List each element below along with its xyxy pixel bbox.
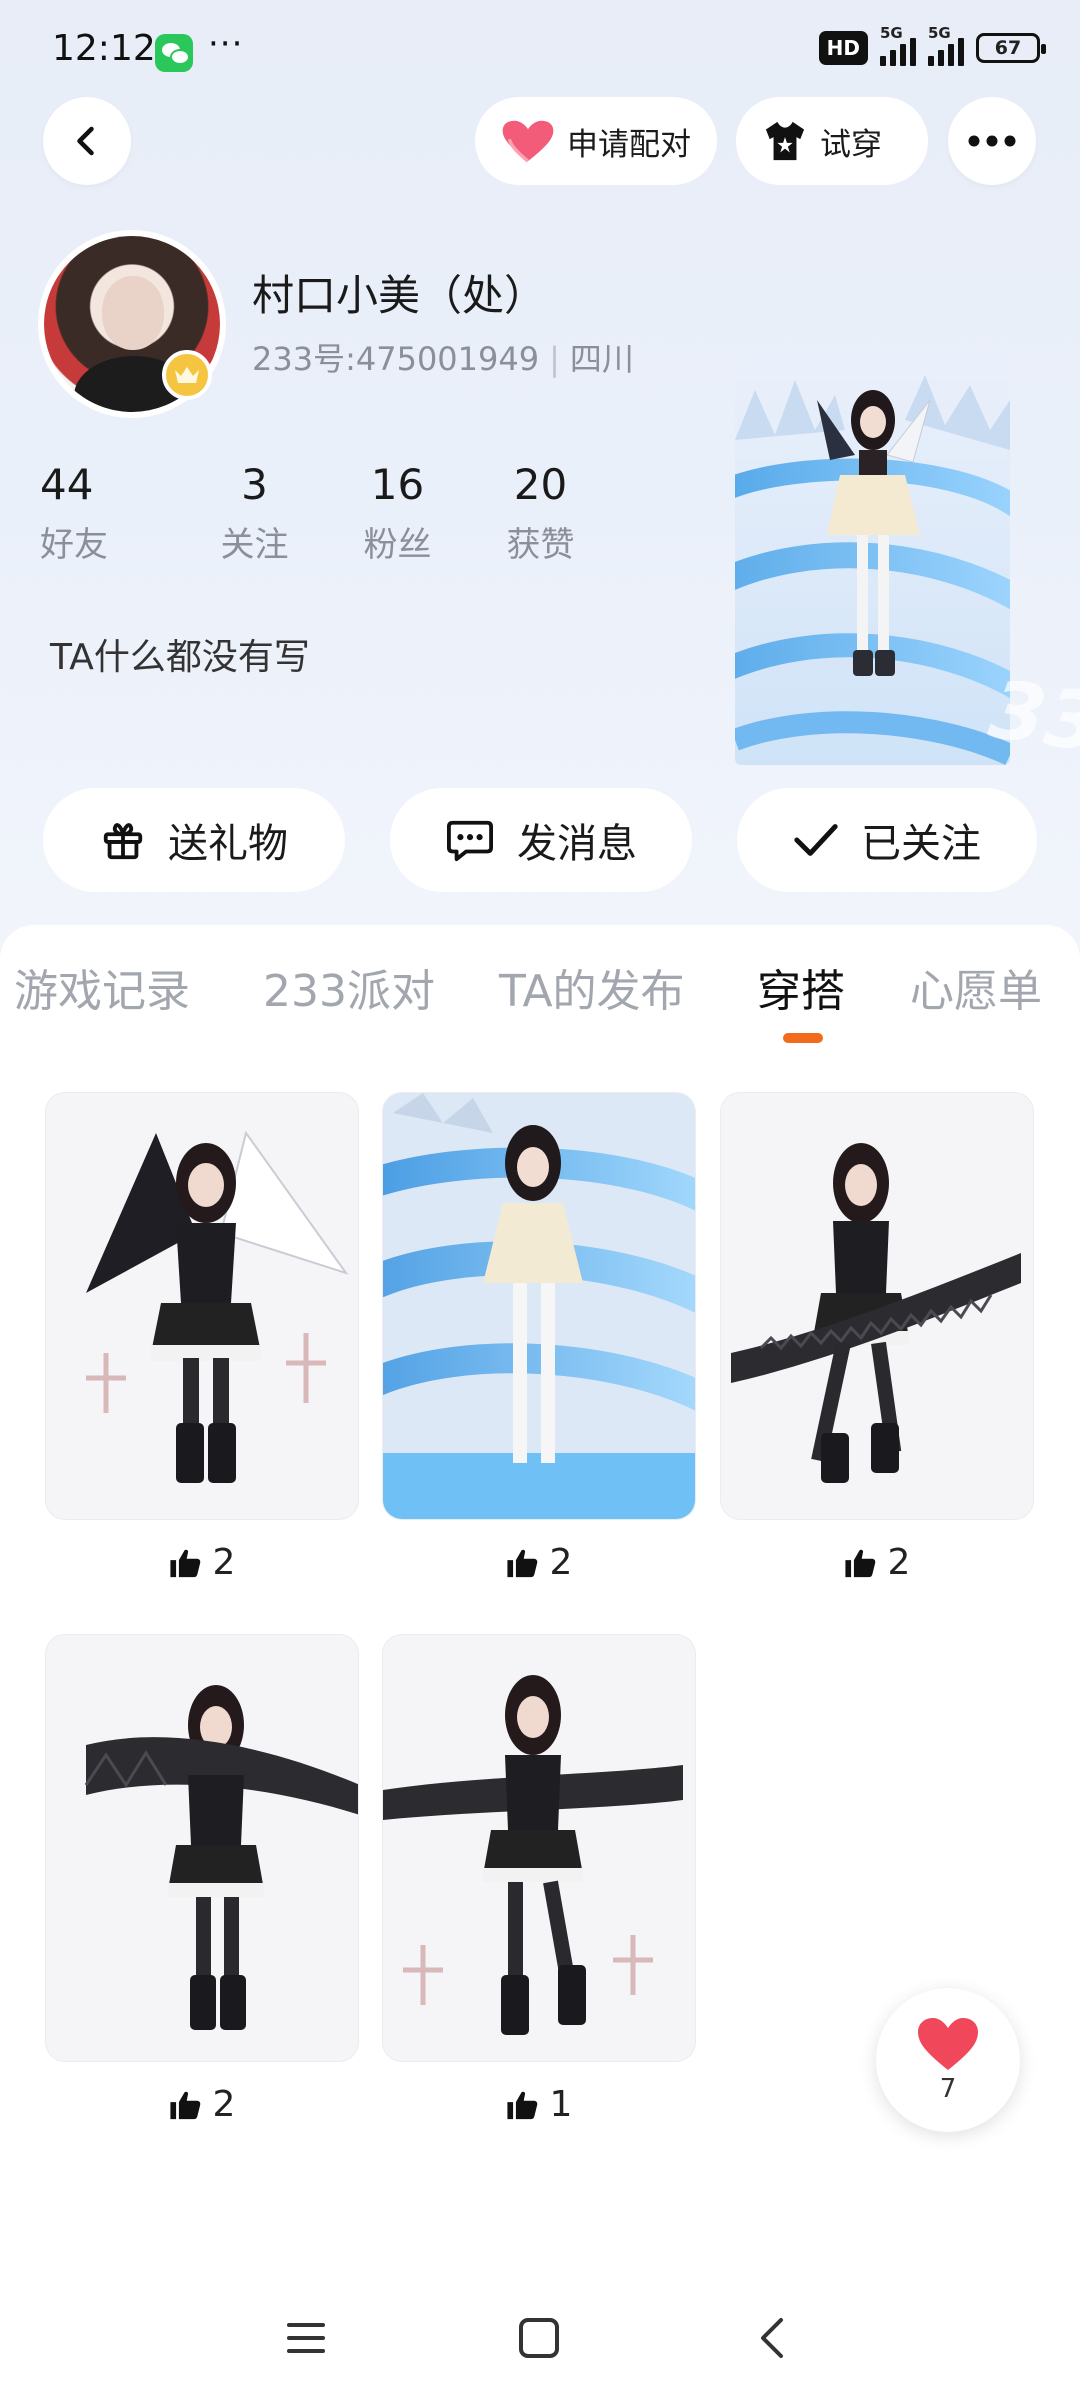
- outfit-likes: 2: [382, 1542, 696, 1583]
- outfit-likes: 2: [45, 2084, 359, 2125]
- back-button[interactable]: [43, 97, 131, 185]
- more-icon: [968, 135, 1016, 147]
- chat-icon: [446, 820, 493, 862]
- outfit-card[interactable]: 2: [720, 1092, 1034, 1583]
- gift-icon: [103, 823, 143, 860]
- stat-likes: 20 获赞: [506, 460, 575, 565]
- try-on-button[interactable]: 试穿: [736, 97, 928, 185]
- more-options-button[interactable]: [948, 97, 1036, 185]
- username: 村口小美（处）: [252, 271, 547, 320]
- outfit-thumbnail[interactable]: [45, 1092, 359, 1520]
- heart-icon: [918, 2018, 978, 2070]
- home-nav-button[interactable]: [509, 2308, 569, 2368]
- hd-voice-icon: HD: [818, 31, 868, 65]
- tab-posts[interactable]: TA的发布: [499, 955, 685, 1019]
- back-arrow-icon: [761, 2318, 783, 2358]
- bio-text: TA什么都没有写: [50, 637, 310, 678]
- wechat-icon: [155, 34, 193, 72]
- tab-outfits[interactable]: 穿搭: [757, 955, 845, 1019]
- outfit-likes: 1: [382, 2084, 696, 2125]
- user-id-line: 233号:475001949 | 四川: [252, 340, 634, 378]
- try-on-label: 试穿: [820, 126, 882, 163]
- menu-icon: [287, 2323, 325, 2353]
- stat-fans[interactable]: 16 粉丝: [326, 460, 469, 566]
- user-id: 233号:475001949: [252, 340, 540, 378]
- stat-following[interactable]: 3 关注: [183, 460, 326, 566]
- floating-like-button[interactable]: 7: [876, 1988, 1020, 2132]
- following-button[interactable]: 已关注: [737, 788, 1037, 892]
- outfit-card[interactable]: 2: [45, 1634, 359, 2125]
- notification-more-icon: ···: [208, 24, 244, 64]
- send-message-label: 发消息: [517, 821, 637, 867]
- request-pair-button[interactable]: 申请配对: [475, 97, 717, 185]
- following-label: 已关注: [861, 821, 981, 867]
- floating-like-count: 7: [939, 2074, 957, 2104]
- system-nav-bar: [0, 2280, 1080, 2400]
- outfit-thumbnail[interactable]: [382, 1634, 696, 2062]
- stat-friends[interactable]: 44 好友: [40, 460, 183, 566]
- battery-icon: 67: [976, 33, 1046, 63]
- outfit-thumbnail[interactable]: [382, 1092, 696, 1520]
- profile-tabs: 游戏记录 233派对 TA的发布 穿搭 心愿单: [0, 955, 1080, 1035]
- outfit-likes: 2: [720, 1542, 1034, 1583]
- thumbs-up-icon: [169, 1549, 200, 1577]
- outfit-thumbnail[interactable]: [720, 1092, 1034, 1520]
- thumbs-up-icon: [169, 2091, 200, 2119]
- outfit-card[interactable]: 2: [382, 1092, 696, 1583]
- chevron-left-icon: [77, 126, 94, 156]
- menu-nav-button[interactable]: [276, 2308, 336, 2368]
- send-gift-label: 送礼物: [168, 821, 288, 867]
- tab-wishlist[interactable]: 心愿单: [910, 955, 1042, 1019]
- tshirt-icon: [765, 121, 805, 161]
- tab-233-party[interactable]: 233派对: [263, 955, 435, 1019]
- signal-icon-2: 5G: [928, 24, 964, 66]
- signal-icon-1: 5G: [880, 24, 916, 66]
- thumbs-up-icon: [506, 2091, 537, 2119]
- tab-game-records[interactable]: 游戏记录: [14, 955, 190, 1019]
- thumbs-up-icon: [506, 1549, 537, 1577]
- send-message-button[interactable]: 发消息: [390, 788, 692, 892]
- status-time: 12:12: [52, 28, 156, 69]
- outfit-card[interactable]: 2: [45, 1092, 359, 1583]
- heart-icon: [502, 120, 554, 163]
- back-nav-button[interactable]: [742, 2308, 802, 2368]
- outfit-card[interactable]: 1: [382, 1634, 696, 2125]
- outfit-thumbnail[interactable]: [45, 1634, 359, 2062]
- stats-row: 44 好友 3 关注 16 粉丝 20 获赞: [40, 460, 612, 566]
- thumbs-up-icon: [844, 1549, 875, 1577]
- status-bar: 12:12 ··· HD 5G 5G 67: [0, 0, 1080, 100]
- active-tab-indicator: [783, 1033, 823, 1043]
- send-gift-button[interactable]: 送礼物: [43, 788, 345, 892]
- home-square-icon: [519, 2318, 559, 2358]
- avatar-character-figure[interactable]: [735, 360, 1010, 765]
- checkmark-icon: [794, 824, 838, 856]
- figure-watermark: 33: [984, 662, 1080, 771]
- user-region: 四川: [569, 340, 634, 378]
- crown-icon: [162, 350, 212, 400]
- outfit-likes: 2: [45, 1542, 359, 1583]
- request-pair-label: 申请配对: [567, 126, 691, 163]
